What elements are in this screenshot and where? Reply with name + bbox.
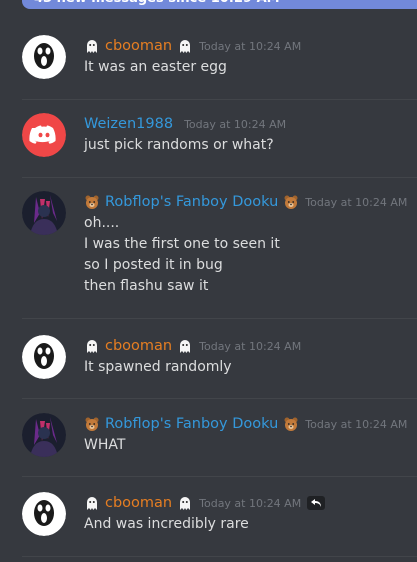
message-cbooman-3: cbooman Today at 10:24 AM And was incred…: [0, 492, 417, 556]
ghost-icon: [177, 495, 193, 511]
message-weizen: Weizen1988 Today at 10:24 AM just pick r…: [0, 113, 417, 177]
username[interactable]: Robflop's Fanboy Dooku: [105, 413, 278, 435]
message-line: And was incredibly rare: [84, 516, 249, 532]
message-line: It spawned randomly: [84, 359, 232, 375]
bear-icon: [283, 194, 299, 210]
message-divider: [22, 476, 417, 477]
message-divider: [22, 318, 417, 319]
message-header: Weizen1988 Today at 10:24 AM: [84, 113, 286, 135]
message-line: WHAT: [84, 437, 126, 453]
bear-icon: [283, 416, 299, 432]
message-header: cbooman Today at 10:24 AM: [84, 492, 326, 514]
message-header: cbooman Today at 10:24 AM: [84, 35, 301, 57]
ghost-icon: [84, 38, 100, 54]
username[interactable]: Weizen1988: [84, 113, 173, 135]
dark-character-avatar[interactable]: [22, 191, 66, 235]
username[interactable]: cbooman: [105, 492, 172, 514]
message-content: WHAT: [84, 435, 125, 456]
bear-icon: [84, 194, 100, 210]
new-messages-banner[interactable]: 43 new messages since 10:29 AM: [22, 0, 417, 9]
timestamp: Today at 10:24 AM: [199, 39, 302, 53]
message-divider: [22, 398, 417, 399]
ghost-icon: [84, 338, 100, 354]
username[interactable]: Robflop's Fanboy Dooku: [105, 191, 278, 213]
message-content: It spawned randomly: [84, 357, 232, 378]
timestamp: Today at 10:24 AM: [305, 417, 408, 431]
timestamp: Today at 10:24 AM: [305, 195, 408, 209]
message-header: Robflop's Fanboy Dooku Today at 10:24 AM: [84, 413, 407, 435]
bear-icon: [84, 416, 100, 432]
discord-logo-avatar[interactable]: [22, 113, 66, 157]
username[interactable]: cbooman: [105, 335, 172, 357]
message-header: Robflop's Fanboy Dooku Today at 10:24 AM: [84, 191, 407, 213]
message-line: so I posted it in bug: [84, 257, 223, 273]
message-line: oh....: [84, 215, 120, 231]
dark-character-avatar[interactable]: [22, 413, 66, 457]
timestamp: Today at 10:24 AM: [199, 496, 302, 510]
message-line: then flashu saw it: [84, 278, 209, 294]
ghost-face-avatar[interactable]: [22, 35, 66, 79]
timestamp: Today at 10:24 AM: [199, 339, 302, 353]
ghost-icon: [177, 338, 193, 354]
message-content: And was incredibly rare: [84, 514, 249, 535]
timestamp: Today at 10:24 AM: [184, 117, 287, 131]
message-line: It was an easter egg: [84, 59, 227, 75]
message-divider: [22, 99, 417, 100]
message-content: oh.... I was the first one to seen it so…: [84, 213, 280, 297]
ghost-icon: [177, 38, 193, 54]
message-line: I was the first one to seen it: [84, 236, 280, 252]
message-cbooman-2: cbooman Today at 10:24 AM It spawned ran…: [0, 335, 417, 399]
message-dooku-2: Robflop's Fanboy Dooku Today at 10:24 AM…: [0, 413, 417, 477]
message-content: It was an easter egg: [84, 57, 227, 78]
ghost-face-avatar[interactable]: [22, 335, 66, 379]
message-header: cbooman Today at 10:24 AM: [84, 335, 301, 357]
message-divider: [22, 556, 417, 557]
message-line: just pick randoms or what?: [84, 137, 274, 153]
message-dooku-1: Robflop's Fanboy Dooku Today at 10:24 AM…: [0, 191, 417, 301]
username[interactable]: cbooman: [105, 35, 172, 57]
message-cbooman-1: cbooman Today at 10:24 AM It was an east…: [0, 35, 417, 99]
reply-arrow-icon[interactable]: [307, 496, 326, 510]
ghost-icon: [84, 495, 100, 511]
message-divider: [22, 177, 417, 178]
ghost-face-avatar[interactable]: [22, 492, 66, 536]
message-content: just pick randoms or what?: [84, 135, 274, 156]
